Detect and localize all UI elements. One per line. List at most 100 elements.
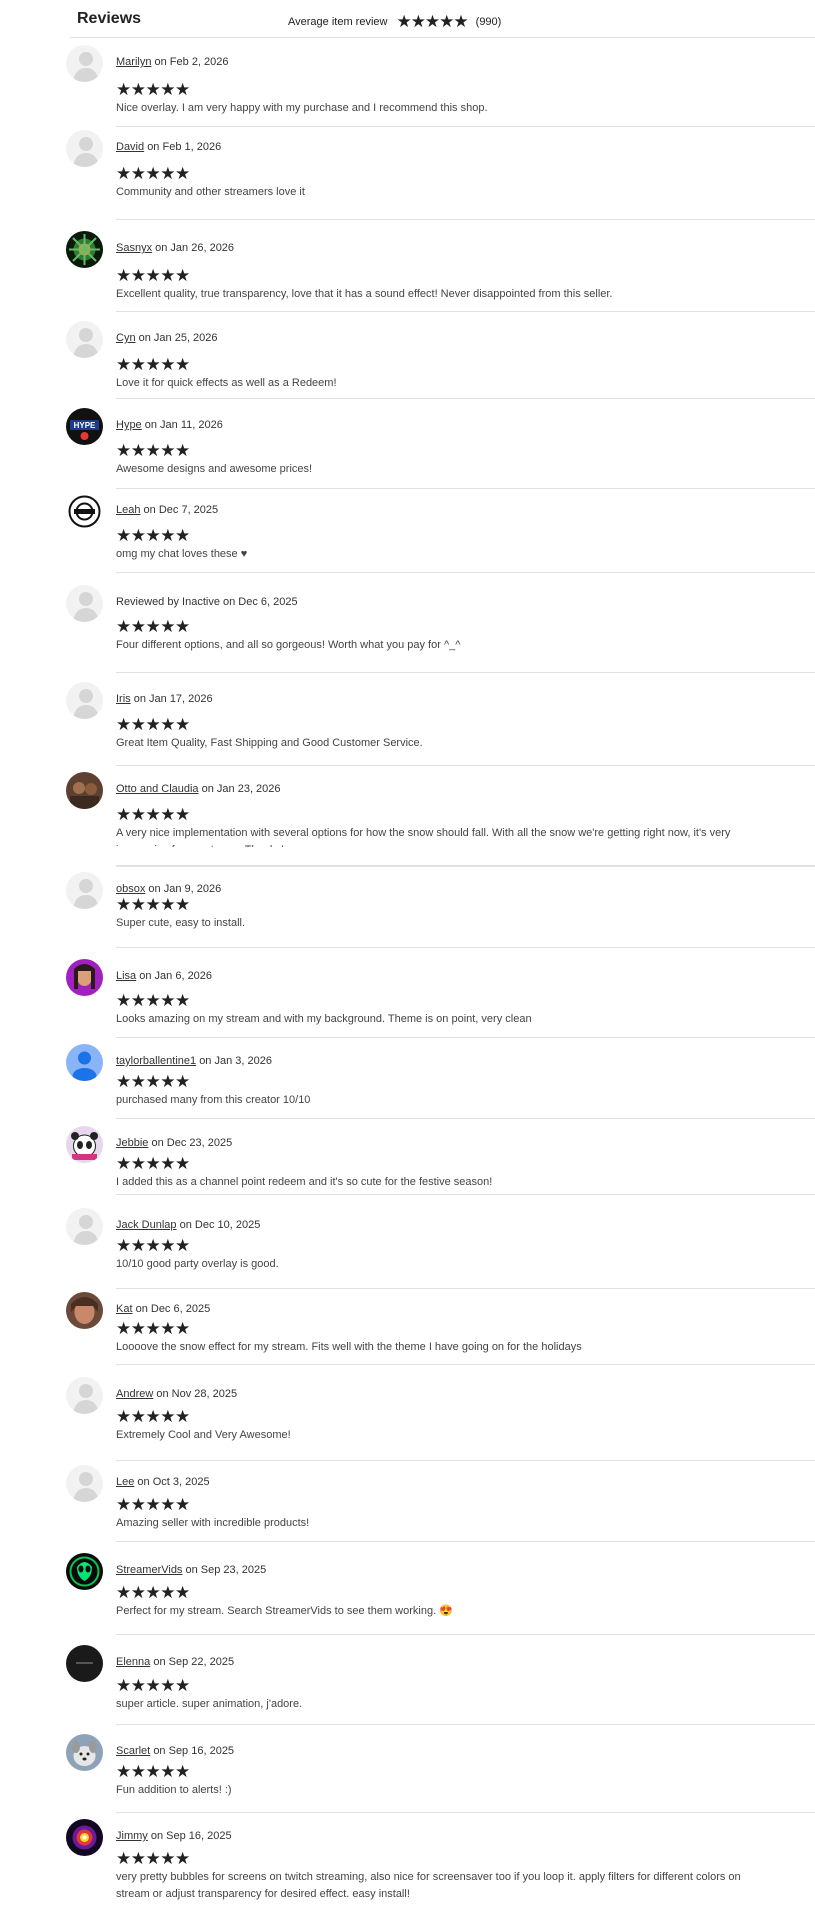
- review-byline: Iris on Jan 17, 2026: [116, 693, 213, 705]
- review-divider: [116, 311, 815, 312]
- review-date: on Sep 23, 2025: [185, 1564, 267, 1576]
- review-text: purchased many from this creator 10/10: [116, 1094, 311, 1106]
- review-divider: [116, 1724, 815, 1725]
- review-text: Looks amazing on my stream and with my b…: [116, 1013, 532, 1025]
- reviewer-avatar[interactable]: [66, 1208, 103, 1245]
- review-divider: [116, 1288, 815, 1289]
- review-byline: Hype on Jan 11, 2026: [116, 419, 223, 431]
- reviewer-avatar[interactable]: [66, 682, 103, 719]
- review-text: Community and other streamers love it: [116, 186, 305, 198]
- reviewer-name-link[interactable]: Marilyn: [116, 56, 151, 68]
- review-byline: Andrew on Nov 28, 2025: [116, 1388, 237, 1400]
- reviewer-avatar[interactable]: [66, 130, 103, 167]
- reviewer-avatar[interactable]: [66, 321, 103, 358]
- review-byline: Sasnyx on Jan 26, 2026: [116, 242, 234, 254]
- review-star-rating: ★★★★★: [116, 1583, 190, 1602]
- reviewer-avatar[interactable]: [66, 959, 103, 996]
- review-star-rating: ★★★★★: [116, 1676, 190, 1695]
- review-date: on Nov 28, 2025: [156, 1388, 238, 1400]
- review-byline: Lisa on Jan 6, 2026: [116, 970, 212, 982]
- reviewer-avatar[interactable]: [66, 585, 103, 622]
- review-divider: [116, 672, 815, 673]
- reviewer-avatar[interactable]: [66, 231, 103, 268]
- reviewer-name-link[interactable]: obsox: [116, 883, 145, 895]
- reviewer-name-link[interactable]: Hype: [116, 419, 142, 431]
- reviewer-avatar[interactable]: [66, 1553, 103, 1590]
- reviewer-avatar[interactable]: [66, 872, 103, 909]
- reviewer-avatar[interactable]: [66, 1819, 103, 1856]
- header-divider: [70, 37, 815, 38]
- review-divider: [116, 488, 815, 489]
- review-date: on Dec 6, 2025: [135, 1303, 211, 1315]
- review-star-rating: ★★★★★: [116, 80, 190, 99]
- reviewer-avatar[interactable]: HYPE: [66, 408, 103, 445]
- review-divider: [116, 765, 815, 766]
- reviewer-name-link[interactable]: Cyn: [116, 332, 136, 344]
- reviewer-name-link[interactable]: Otto and Claudia: [116, 783, 199, 795]
- review-star-rating: ★★★★★: [116, 805, 190, 824]
- review-date: on Jan 11, 2026: [144, 419, 223, 431]
- reviewer-avatar[interactable]: [66, 493, 103, 530]
- review-date: on Jan 17, 2026: [133, 693, 213, 705]
- reviewer-avatar[interactable]: [66, 1734, 103, 1771]
- reviewer-avatar[interactable]: [66, 1292, 103, 1329]
- review-star-rating: ★★★★★: [116, 441, 190, 460]
- review-byline: Jebbie on Dec 23, 2025: [116, 1137, 232, 1149]
- review-star-rating: ★★★★★: [116, 895, 190, 914]
- reviewer-name-link[interactable]: Lee: [116, 1476, 134, 1488]
- reviewer-name-link[interactable]: Kat: [116, 1303, 133, 1315]
- review-date: Reviewed by Inactive on Dec 6, 2025: [116, 596, 298, 608]
- review-divider: [116, 572, 815, 573]
- review-byline: StreamerVids on Sep 23, 2025: [116, 1564, 266, 1576]
- reviewer-name-link[interactable]: Elenna: [116, 1656, 150, 1668]
- review-divider: [116, 865, 815, 867]
- reviewer-name-link[interactable]: Scarlet: [116, 1745, 150, 1757]
- review-byline: taylorballentine1 on Jan 3, 2026: [116, 1055, 272, 1067]
- review-date: on Jan 25, 2026: [138, 332, 218, 344]
- review-divider: [116, 219, 815, 220]
- review-text: Amazing seller with incredible products!: [116, 1517, 310, 1529]
- review-divider: [116, 1541, 815, 1542]
- review-divider: [116, 1037, 815, 1038]
- reviewer-avatar[interactable]: [66, 1465, 103, 1502]
- review-divider: [116, 1460, 815, 1461]
- review-star-rating: ★★★★★: [116, 266, 190, 285]
- review-byline: Scarlet on Sep 16, 2025: [116, 1745, 234, 1757]
- review-divider: [116, 1634, 815, 1635]
- reviewer-name-link[interactable]: David: [116, 141, 144, 153]
- review-text: Perfect for my stream. Search StreamerVi…: [116, 1605, 453, 1617]
- review-text: Awesome designs and awesome prices!: [116, 463, 313, 475]
- review-text: Love it for quick effects as well as a R…: [116, 377, 337, 389]
- reviewer-name-link[interactable]: taylorballentine1: [116, 1055, 196, 1067]
- average-stars: ★★★★★: [396, 12, 468, 31]
- review-byline: Elenna on Sep 22, 2025: [116, 1656, 234, 1668]
- reviewer-avatar[interactable]: [66, 1377, 103, 1414]
- reviewer-name-link[interactable]: Leah: [116, 504, 140, 516]
- reviewer-name-link[interactable]: Lisa: [116, 970, 136, 982]
- reviewer-name-link[interactable]: Iris: [116, 693, 131, 705]
- review-star-rating: ★★★★★: [116, 715, 190, 734]
- reviewer-name-link[interactable]: Andrew: [116, 1388, 153, 1400]
- reviewer-avatar[interactable]: [66, 772, 103, 809]
- review-byline: Jimmy on Sep 16, 2025: [116, 1830, 232, 1842]
- reviewer-name-link[interactable]: Jimmy: [116, 1830, 148, 1842]
- reviewer-name-link[interactable]: Jack Dunlap: [116, 1219, 177, 1231]
- review-star-rating: ★★★★★: [116, 1762, 190, 1781]
- reviewer-name-link[interactable]: StreamerVids: [116, 1564, 182, 1576]
- review-text: Four different options, and all so gorge…: [116, 639, 461, 651]
- svg-text:HYPE: HYPE: [74, 421, 96, 430]
- reviewer-name-link[interactable]: Jebbie: [116, 1137, 148, 1149]
- reviewer-avatar[interactable]: [66, 1645, 103, 1682]
- review-text: super article. super animation, j'adore.: [116, 1698, 303, 1710]
- review-star-rating: ★★★★★: [116, 1849, 190, 1868]
- review-star-rating: ★★★★★: [116, 164, 190, 183]
- review-date: on Jan 26, 2026: [155, 242, 235, 254]
- reviewer-avatar[interactable]: [66, 1126, 103, 1163]
- review-star-rating: ★★★★★: [116, 1407, 190, 1426]
- review-date: on Jan 3, 2026: [199, 1055, 272, 1067]
- reviewer-avatar[interactable]: [66, 45, 103, 82]
- reviewer-avatar[interactable]: [66, 1044, 103, 1081]
- reviewer-name-link[interactable]: Sasnyx: [116, 242, 152, 254]
- review-byline: Jack Dunlap on Dec 10, 2025: [116, 1219, 260, 1231]
- review-date: on Dec 23, 2025: [151, 1137, 233, 1149]
